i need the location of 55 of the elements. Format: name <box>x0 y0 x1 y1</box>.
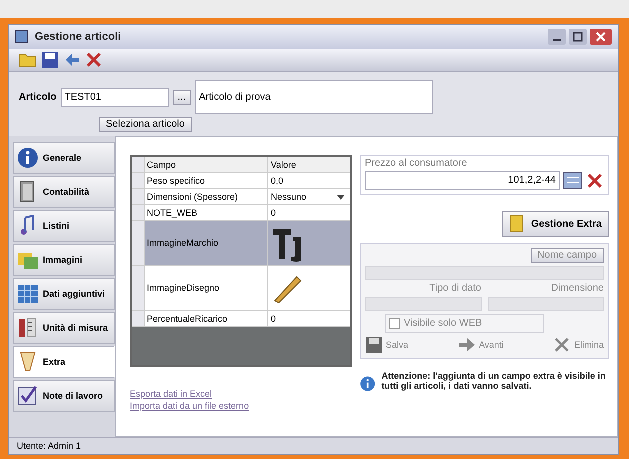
table-row[interactable]: ImmagineDisegno <box>132 266 350 311</box>
browse-button[interactable]: ... <box>172 90 192 104</box>
table-cell: ImmagineMarchio <box>145 221 268 265</box>
arrow-icon <box>458 336 476 354</box>
table-cell: Dimensioni (Spessore) <box>145 189 268 204</box>
table-row[interactable]: ImmagineMarchio <box>132 221 350 266</box>
table-cell: NOTE_WEB <box>145 205 268 220</box>
sidebar-item[interactable]: Contabilità <box>13 176 115 208</box>
sidebar-item[interactable]: Dati aggiuntivi <box>13 278 115 310</box>
table-cell: 0 <box>271 314 276 324</box>
minimize-icon[interactable] <box>548 29 566 45</box>
floppy-icon[interactable] <box>41 51 59 69</box>
type-field[interactable] <box>365 297 482 311</box>
clear-icon[interactable] <box>586 172 604 190</box>
link[interactable]: Importa dati da un file esterno <box>130 401 352 411</box>
table-icon <box>17 283 39 305</box>
select-button[interactable]: Seleziona articolo <box>99 117 192 132</box>
table-cell: 0,0 <box>271 176 284 186</box>
close-icon[interactable] <box>590 29 612 45</box>
size-field[interactable] <box>488 297 604 311</box>
group-title: Prezzo al consumatore <box>365 158 468 169</box>
table-cell: PercentualeRicarico <box>145 311 268 326</box>
sidebar-item[interactable]: Listini <box>13 210 115 242</box>
info-message: Attenzione: l'aggiunta di un campo extra è visibile in tutti gli articoli, i dati vanno salvati. <box>382 371 607 391</box>
sidebar-item[interactable]: Generale <box>13 142 115 174</box>
sidebar-item[interactable]: Unità di misura <box>13 312 115 344</box>
link[interactable]: Esporta dati in Excel <box>130 389 352 399</box>
type-label: Tipo di dato <box>428 283 482 294</box>
floppy-icon <box>365 336 383 354</box>
column-header: Valore <box>270 160 298 170</box>
checklist-icon <box>17 385 39 407</box>
table-cell: Peso specifico <box>145 173 268 188</box>
calculator-icon[interactable] <box>563 172 583 190</box>
size-label: Dimensione <box>550 283 604 294</box>
table-cell: 0 <box>271 208 276 218</box>
column-header: Campo <box>145 157 268 172</box>
sidebar-item[interactable]: Immagini <box>13 244 115 276</box>
code-field[interactable]: TEST01 <box>60 88 169 106</box>
table-cell: ImmagineDisegno <box>145 266 268 310</box>
sidebar-item[interactable]: Note di lavoro <box>13 380 115 412</box>
sidebar-item[interactable]: Extra <box>13 346 115 378</box>
app-icon <box>15 30 29 44</box>
extra-button[interactable]: Gestione Extra <box>502 211 609 237</box>
ruler-icon <box>17 317 39 339</box>
cross-icon[interactable] <box>85 51 103 69</box>
window-title: Gestione articoli <box>35 31 122 43</box>
code-label: Articolo <box>19 92 57 102</box>
price-field[interactable]: 101,2,2-44 <box>365 171 560 190</box>
dropdown[interactable]: Nessuno <box>271 192 333 202</box>
maximize-icon[interactable] <box>569 29 587 45</box>
description-field[interactable]: Articolo di prova <box>195 80 434 114</box>
name-field[interactable] <box>365 266 604 280</box>
cross-icon <box>553 336 572 354</box>
status-bar: Utente: Admin 1 <box>9 437 618 454</box>
info-icon <box>17 147 39 169</box>
